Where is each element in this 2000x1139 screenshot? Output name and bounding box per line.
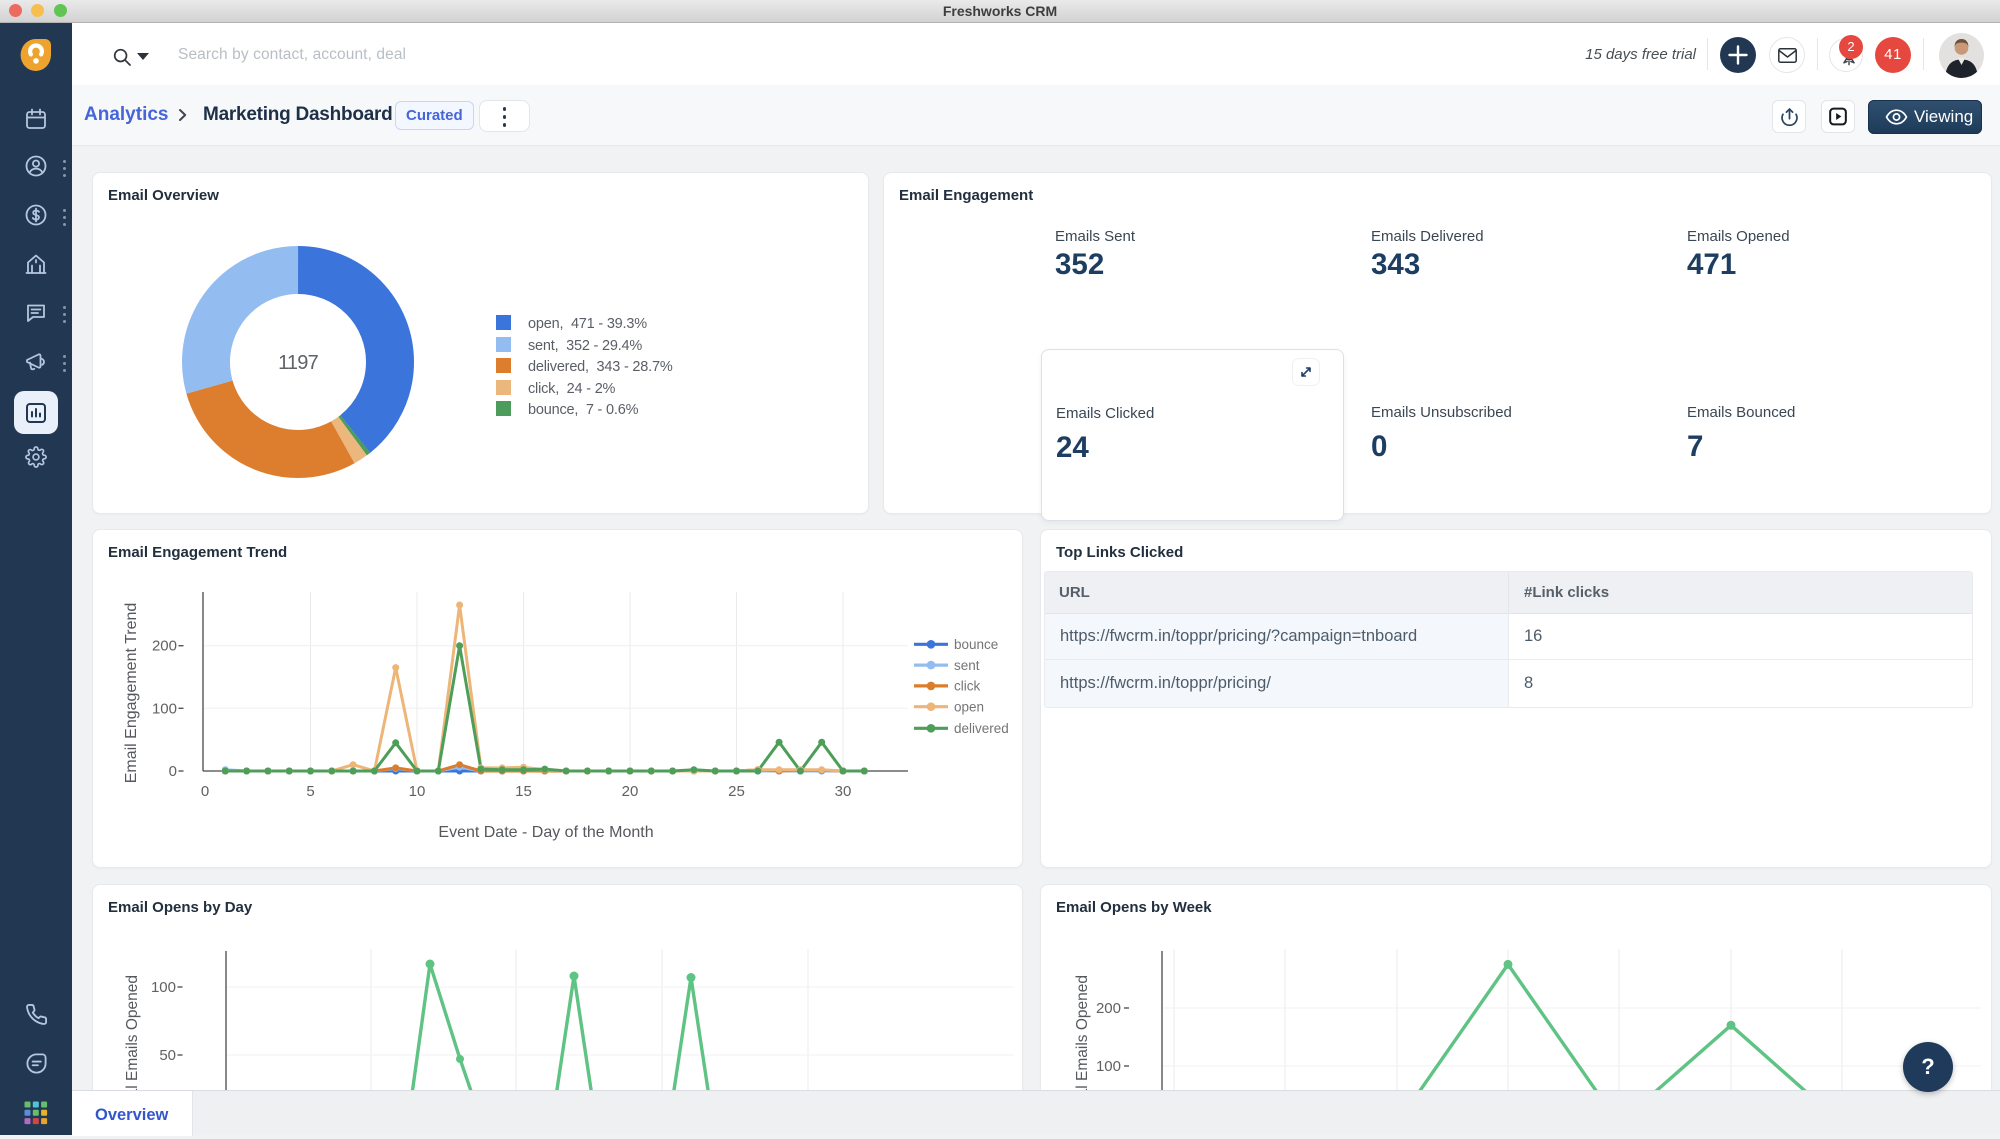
svg-text:5: 5 xyxy=(306,783,314,800)
svg-text:Total Emails Opened: Total Emails Opened xyxy=(124,975,141,1090)
svg-text:10: 10 xyxy=(409,783,426,800)
svg-text:200: 200 xyxy=(1096,1000,1121,1017)
svg-text:bounce: bounce xyxy=(954,637,998,652)
svg-text:20: 20 xyxy=(622,783,639,800)
svg-text:200: 200 xyxy=(152,638,177,655)
svg-text:25: 25 xyxy=(728,783,745,800)
svg-text:100: 100 xyxy=(1096,1058,1121,1075)
svg-text:delivered: delivered xyxy=(954,721,1009,736)
svg-text:1197: 1197 xyxy=(278,352,318,374)
svg-text:Event Date - Day of the Month: Event Date - Day of the Month xyxy=(438,824,653,841)
svg-text:open: open xyxy=(954,699,984,714)
svg-text:Email Engagement Trend: Email Engagement Trend xyxy=(123,603,140,784)
svg-text:Total Emails Opened: Total Emails Opened xyxy=(1074,975,1091,1090)
svg-text:sent: sent xyxy=(954,658,980,673)
svg-text:30: 30 xyxy=(835,783,852,800)
svg-text:100: 100 xyxy=(152,700,177,717)
svg-text:0: 0 xyxy=(201,783,209,800)
svg-text:100: 100 xyxy=(151,979,176,996)
svg-text:click: click xyxy=(954,679,980,694)
svg-text:50: 50 xyxy=(159,1047,176,1064)
svg-text:0: 0 xyxy=(169,763,177,780)
svg-text:15: 15 xyxy=(515,783,532,800)
